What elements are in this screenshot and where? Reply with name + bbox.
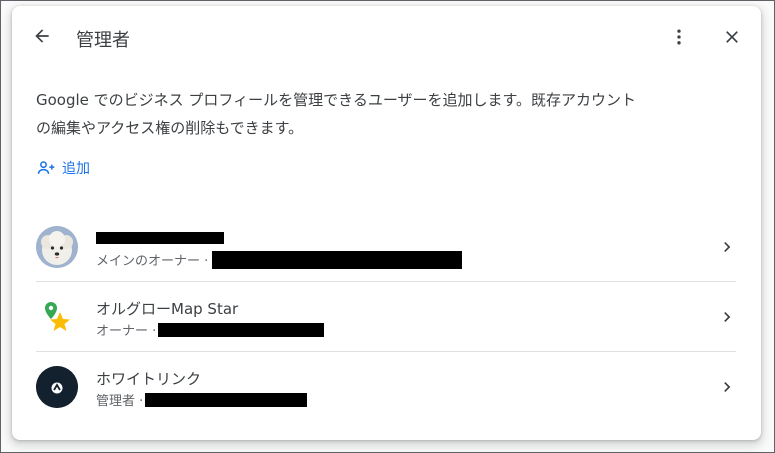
user-name [96, 228, 224, 246]
arrow-back-icon [35, 29, 49, 43]
redaction-bar [145, 392, 308, 407]
more-options-button[interactable] [667, 25, 691, 49]
chevron-right-icon [716, 376, 738, 398]
user-role: 管理者 · [96, 390, 308, 409]
chevron-right-icon [716, 306, 738, 328]
redaction-bar [212, 250, 463, 269]
description-text: Google でのビジネス プロフィールを管理できるユーザーを追加します。既存ア… [36, 86, 736, 142]
dog-photo-avatar [36, 226, 78, 268]
more-vert-icon [677, 29, 681, 45]
managers-dialog: 管理者 Google でのビジネス プロフィールを管理できるユーザーを追加します… [12, 6, 761, 440]
dialog-header: 管理者 [12, 6, 761, 68]
dialog-title: 管理者 [76, 30, 130, 51]
user-role: メインのオーナー · [96, 250, 463, 269]
chevron-right-icon [716, 236, 738, 258]
user-row[interactable]: オルグローMap Star オーナー · [36, 282, 736, 352]
map-pin-star-avatar [36, 296, 78, 338]
add-user-label: 追加 [62, 161, 90, 177]
user-row[interactable]: ホワイトリンク 管理者 · [36, 352, 736, 422]
user-row[interactable]: メインのオーナー · [36, 212, 736, 282]
description-line-2: の編集やアクセス権の削除もできます。 [36, 119, 304, 137]
user-role: オーナー · [96, 320, 325, 339]
user-name: ホワイトリンク [96, 370, 202, 388]
redaction-bar [158, 322, 325, 337]
back-button[interactable] [30, 24, 54, 48]
person-add-icon [37, 161, 55, 174]
description-line-1: Google でのビジネス プロフィールを管理できるユーザーを追加します。既存ア… [36, 91, 637, 109]
add-user-button[interactable]: 追加 [36, 156, 90, 180]
dark-logo-avatar [36, 366, 78, 408]
user-name: オルグローMap Star [96, 300, 239, 318]
close-button[interactable] [720, 25, 744, 49]
user-list: メインのオーナー · オルグローMap Star オーナー · ホワイトリンク … [36, 212, 736, 422]
redaction-bar [96, 231, 224, 244]
close-icon [726, 31, 738, 43]
